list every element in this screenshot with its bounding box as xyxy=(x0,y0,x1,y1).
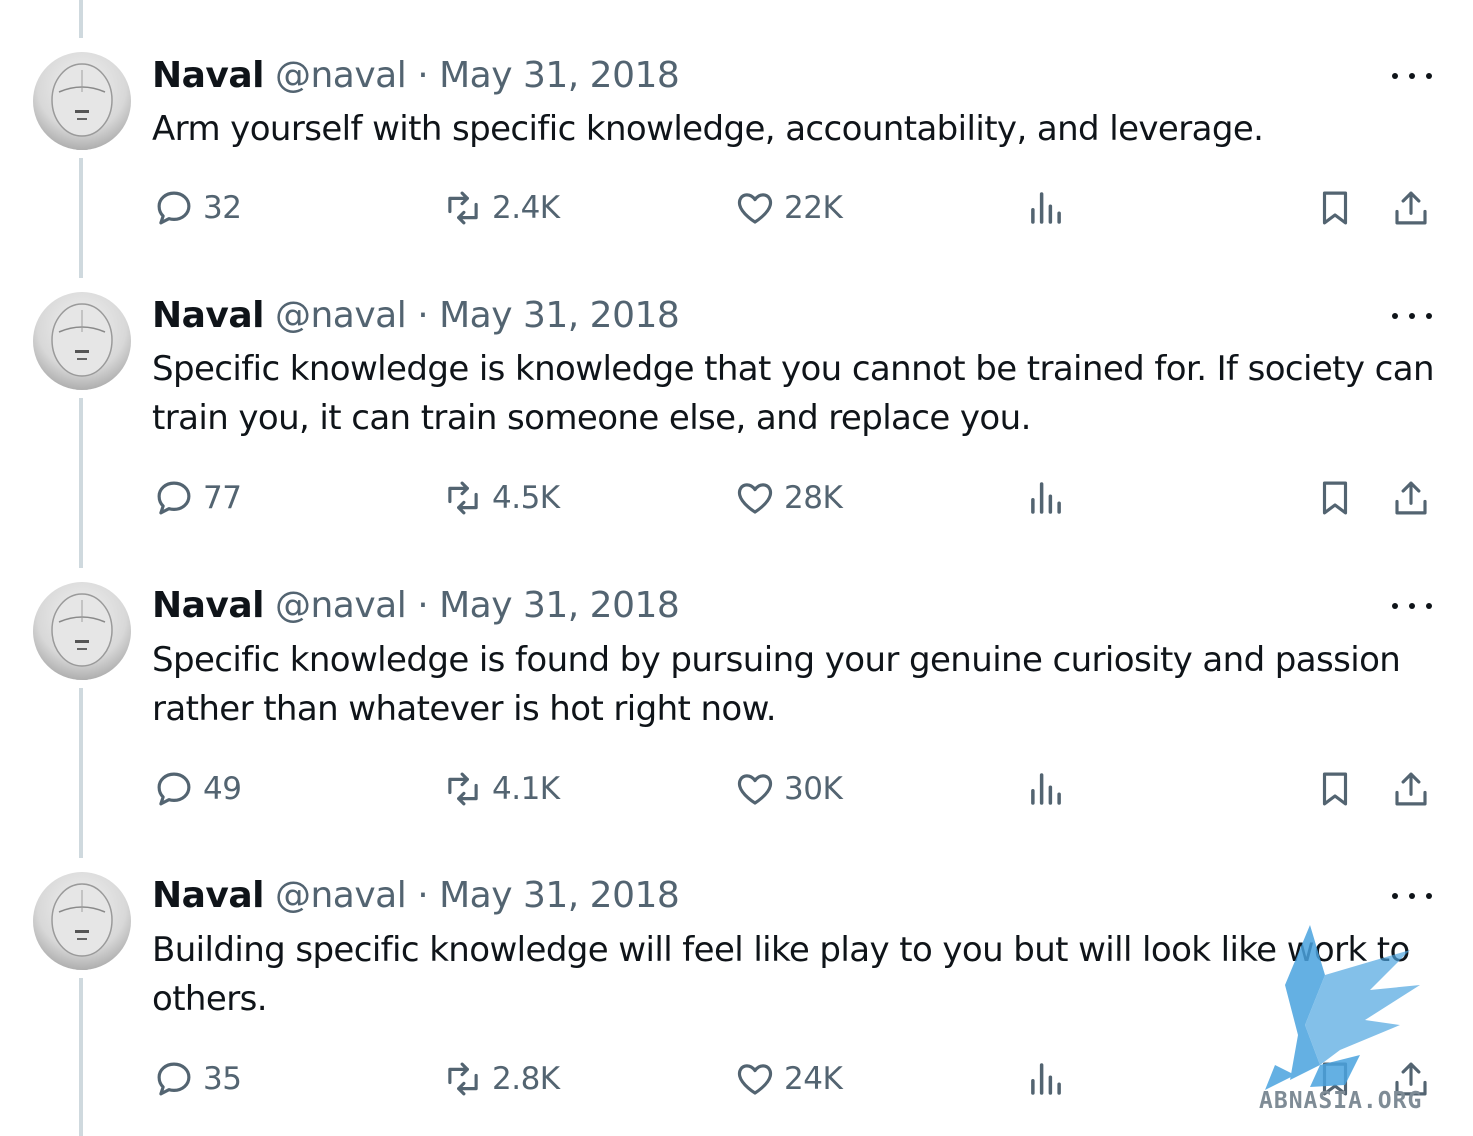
tweet-date[interactable]: May 31, 2018 xyxy=(439,875,680,916)
share-button[interactable] xyxy=(1390,476,1432,520)
more-options-icon[interactable] xyxy=(1392,64,1432,88)
watermark-text: ABNASIA.ORG xyxy=(1259,1088,1423,1114)
like-button[interactable]: 24K xyxy=(734,1057,843,1101)
avatar-face-icon xyxy=(33,593,131,680)
views-chart-icon xyxy=(1031,482,1061,514)
reply-count: 49 xyxy=(203,771,242,807)
bookmark-button[interactable] xyxy=(1314,186,1356,230)
tweet-date[interactable]: May 31, 2018 xyxy=(439,585,680,626)
reply-count: 32 xyxy=(203,190,242,226)
separator: · xyxy=(417,875,429,916)
reply-icon xyxy=(157,191,191,225)
share-icon xyxy=(1395,772,1427,806)
tweet-text: Specific knowledge is found by pursuing … xyxy=(152,640,1401,729)
views-button[interactable] xyxy=(1025,186,1067,230)
repost-icon xyxy=(448,191,478,225)
views-chart-icon xyxy=(1031,773,1061,805)
like-button[interactable]: 30K xyxy=(734,767,843,811)
tweet-header: Naval @naval · May 31, 2018 xyxy=(152,582,680,630)
bookmark-icon xyxy=(1322,481,1348,515)
author-name[interactable]: Naval xyxy=(152,585,265,626)
like-button[interactable]: 22K xyxy=(734,186,843,230)
bookmark-icon xyxy=(1322,772,1348,806)
avatar-face-icon xyxy=(33,63,131,150)
heart-icon xyxy=(737,1064,773,1095)
tweet-date[interactable]: May 31, 2018 xyxy=(439,55,680,96)
like-count: 24K xyxy=(784,1061,843,1097)
views-button[interactable] xyxy=(1025,1057,1067,1101)
avatar[interactable] xyxy=(33,292,131,390)
tweet-header: Naval @naval · May 31, 2018 xyxy=(152,872,680,920)
tweet-header: Naval @naval · May 31, 2018 xyxy=(152,292,680,340)
reply-icon xyxy=(157,1062,191,1096)
repost-button[interactable]: 4.5K xyxy=(442,476,560,520)
repost-button[interactable]: 4.1K xyxy=(442,767,560,811)
tweet-date[interactable]: May 31, 2018 xyxy=(439,295,680,336)
watermark-logo xyxy=(1265,925,1420,1090)
separator: · xyxy=(417,295,429,336)
avatar-face-icon xyxy=(33,883,131,970)
separator: · xyxy=(417,55,429,96)
repost-button[interactable]: 2.4K xyxy=(442,186,560,230)
heart-icon xyxy=(737,193,773,224)
author-handle[interactable]: @naval xyxy=(275,585,407,626)
views-chart-icon xyxy=(1031,1063,1061,1095)
avatar[interactable] xyxy=(33,582,131,680)
separator: · xyxy=(417,585,429,626)
like-button[interactable]: 28K xyxy=(734,476,843,520)
tweet-actions: 49 4.1K 30K xyxy=(0,767,1473,811)
repost-icon xyxy=(448,772,478,806)
share-icon xyxy=(1395,481,1427,515)
bookmark-icon xyxy=(1322,191,1348,225)
reply-count: 35 xyxy=(203,1061,242,1097)
repost-count: 4.5K xyxy=(492,480,560,516)
repost-count: 4.1K xyxy=(492,771,560,807)
reply-button[interactable]: 32 xyxy=(153,186,242,230)
like-count: 30K xyxy=(784,771,843,807)
like-count: 28K xyxy=(784,480,843,516)
reply-button[interactable]: 49 xyxy=(153,767,242,811)
author-name[interactable]: Naval xyxy=(152,55,265,96)
views-chart-icon xyxy=(1031,192,1061,224)
thread-line xyxy=(79,0,83,38)
more-options-icon[interactable] xyxy=(1392,884,1432,908)
tweet-actions: 77 4.5K 28K xyxy=(0,476,1473,520)
tweet-header: Naval @naval · May 31, 2018 xyxy=(152,52,680,100)
bookmark-button[interactable] xyxy=(1314,476,1356,520)
share-button[interactable] xyxy=(1390,186,1432,230)
repost-count: 2.4K xyxy=(492,190,560,226)
avatar[interactable] xyxy=(33,52,131,150)
views-button[interactable] xyxy=(1025,767,1067,811)
more-options-icon[interactable] xyxy=(1392,594,1432,618)
share-button[interactable] xyxy=(1390,767,1432,811)
more-options-icon[interactable] xyxy=(1392,304,1432,328)
reply-icon xyxy=(157,772,191,806)
like-count: 22K xyxy=(784,190,843,226)
avatar-face-icon xyxy=(33,303,131,390)
heart-icon xyxy=(737,774,773,805)
heart-icon xyxy=(737,483,773,514)
tweet-text: Specific knowledge is knowledge that you… xyxy=(152,349,1435,438)
reply-button[interactable]: 77 xyxy=(153,476,242,520)
tweet-actions: 32 2.4K 22K xyxy=(0,186,1473,230)
bookmark-button[interactable] xyxy=(1314,767,1356,811)
repost-icon xyxy=(448,481,478,515)
tweet-text: Arm yourself with specific knowledge, ac… xyxy=(152,109,1264,149)
repost-count: 2.8K xyxy=(492,1061,560,1097)
reply-button[interactable]: 35 xyxy=(153,1057,242,1101)
author-name[interactable]: Naval xyxy=(152,875,265,916)
reply-icon xyxy=(157,481,191,515)
repost-icon xyxy=(448,1062,478,1096)
reply-count: 77 xyxy=(203,480,242,516)
repost-button[interactable]: 2.8K xyxy=(442,1057,560,1101)
author-handle[interactable]: @naval xyxy=(275,875,407,916)
author-handle[interactable]: @naval xyxy=(275,55,407,96)
avatar[interactable] xyxy=(33,872,131,970)
author-name[interactable]: Naval xyxy=(152,295,265,336)
share-icon xyxy=(1395,191,1427,225)
author-handle[interactable]: @naval xyxy=(275,295,407,336)
views-button[interactable] xyxy=(1025,476,1067,520)
